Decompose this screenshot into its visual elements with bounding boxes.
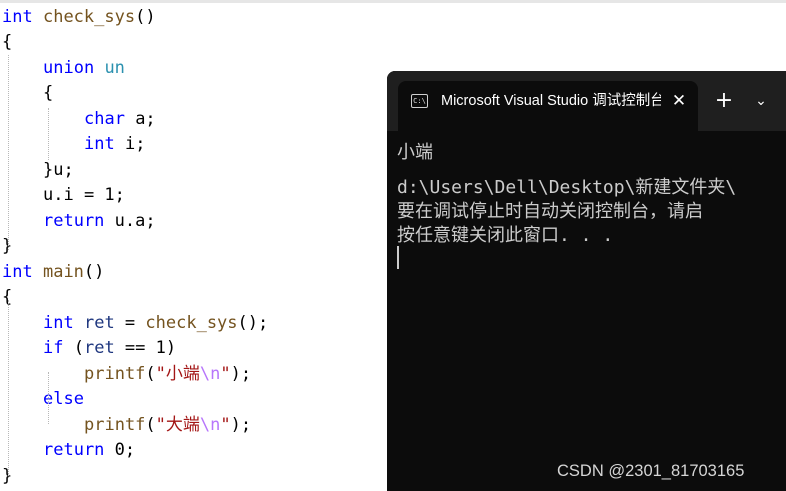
chevron-down-icon[interactable]: ⌄ <box>749 89 773 113</box>
code-line: if (ret == 1) <box>43 336 176 361</box>
code-line: union un <box>43 56 125 81</box>
code-token: else <box>43 389 84 409</box>
code-token: int <box>84 134 115 154</box>
code-token: int <box>2 262 33 282</box>
code-token: check_sys <box>145 313 238 333</box>
code-line: int i; <box>84 132 145 157</box>
code-token: }u; <box>43 160 74 180</box>
new-tab-button[interactable]: + <box>712 89 736 113</box>
console-icon: C:\ <box>411 94 428 108</box>
code-line: int main() <box>2 260 104 285</box>
code-token: a; <box>124 109 156 129</box>
editor-top-border <box>0 0 786 3</box>
code-token: " <box>220 364 231 384</box>
code-token: \n <box>199 364 221 384</box>
code-token: un <box>104 58 125 78</box>
code-token: printf <box>84 415 146 435</box>
code-token: == 1) <box>114 338 177 358</box>
code-token: int <box>2 7 33 27</box>
console-output-line: d:\Users\Dell\Desktop\新建文件夹\ <box>397 177 737 198</box>
tab-debug-console[interactable]: C:\ Microsoft Visual Studio 调试控制台 ✕ <box>398 81 698 131</box>
code-token: ); <box>230 364 252 384</box>
code-token: " <box>220 415 231 435</box>
code-token: () <box>83 262 105 282</box>
code-token: char <box>84 109 125 129</box>
code-token: ( <box>145 364 156 384</box>
code-token: \n <box>199 415 221 435</box>
code-token: "大端 <box>155 415 200 435</box>
code-token: ); <box>230 415 252 435</box>
console-output-line: 小端 <box>397 142 433 163</box>
console-window[interactable]: C:\ Microsoft Visual Studio 调试控制台 ✕ + ⌄ … <box>387 71 786 491</box>
console-output-line: 按任意键关闭此窗口. . . <box>397 225 614 246</box>
tab-bar: C:\ Microsoft Visual Studio 调试控制台 ✕ + ⌄ <box>387 71 786 131</box>
code-line: return 0; <box>43 438 135 463</box>
indent-guide <box>8 55 9 250</box>
code-line: char a; <box>84 107 156 132</box>
code-token: { <box>43 83 54 103</box>
code-token: check_sys <box>42 7 136 27</box>
code-token: ret <box>83 338 115 358</box>
tab-title: Microsoft Visual Studio 调试控制台 <box>441 93 661 109</box>
code-line: }u; <box>43 158 74 183</box>
code-line: else <box>43 387 84 412</box>
code-token: () <box>135 7 156 27</box>
code-token: printf <box>84 364 146 384</box>
console-output-line: 要在调试停止时自动关闭控制台，请启 <box>397 201 703 222</box>
code-line: u.i = 1; <box>43 183 125 208</box>
indent-guide <box>8 300 9 478</box>
code-token: "小端 <box>155 364 200 384</box>
code-token: ret <box>83 313 115 333</box>
code-token: ( <box>63 338 84 358</box>
indent-guide <box>48 372 49 424</box>
code-token: u.a; <box>104 211 156 231</box>
watermark: CSDN @2301_81703165 <box>557 462 745 480</box>
code-line: { <box>2 30 12 55</box>
code-token: return <box>43 211 105 231</box>
code-line: { <box>43 81 53 106</box>
code-line: int ret = check_sys(); <box>43 311 268 336</box>
code-token: if <box>43 338 64 358</box>
text-cursor <box>397 246 399 269</box>
indent-guide <box>48 108 49 160</box>
code-token: u.i = 1; <box>43 185 125 205</box>
code-line: printf("大端\n"); <box>84 413 251 438</box>
code-token: (); <box>237 313 269 333</box>
close-icon[interactable]: ✕ <box>668 90 690 112</box>
code-token: union <box>43 58 95 78</box>
code-token: 0; <box>104 440 136 460</box>
code-line: int check_sys() <box>2 5 156 30</box>
code-token: return <box>43 440 105 460</box>
code-token: = <box>114 313 146 333</box>
code-token: int <box>43 313 74 333</box>
code-token: i; <box>114 134 146 154</box>
code-line: return u.a; <box>43 209 156 234</box>
code-token: ( <box>145 415 156 435</box>
code-line: printf("小端\n"); <box>84 362 251 387</box>
code-token: { <box>2 32 13 52</box>
code-token: main <box>42 262 84 282</box>
